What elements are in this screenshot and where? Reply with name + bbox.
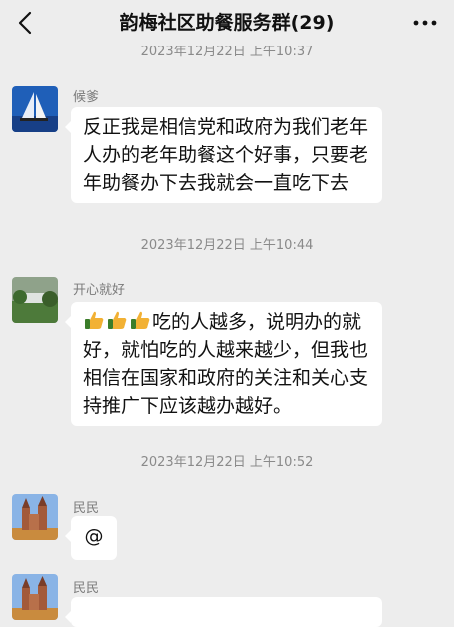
sender-name: 民民 [73, 581, 100, 596]
sender-name: 民民 [73, 501, 100, 516]
church-avatar-image [12, 574, 58, 620]
thumbs-up-icon [85, 311, 104, 329]
thumbs-up-icon [108, 311, 127, 329]
thumbs-emoji-group [83, 308, 152, 336]
sender-name: 候爹 [73, 90, 100, 105]
avatar-garden[interactable] [12, 277, 58, 323]
sailboat-avatar-image [12, 86, 58, 132]
chat-content: 2023年12月22日 上午10:37 候爹 反正我是相信党和政府为我们老年人办… [0, 0, 454, 627]
chat-title: 韵梅社区助餐服务群(29) [119, 12, 335, 34]
sender-name: 开心就好 [73, 283, 126, 298]
message-bubble[interactable]: 反正我是相信党和政府为我们老年人办的老年助餐这个好事，只要老年助餐办下去我就会一… [65, 107, 382, 203]
top-bar: 韵梅社区助餐服务群(29) [0, 0, 454, 46]
more-options-icon[interactable] [410, 12, 440, 34]
message-text: 反正我是相信党和政府为我们老年人办的老年助餐这个好事，只要老年助餐办下去我就会一… [83, 116, 369, 194]
message-bubble[interactable]: 吃的人越多，说明办的就好，就怕吃的人越来越少，但我也相信在国家和政府的关注和关心… [65, 302, 382, 426]
garden-avatar-image [12, 277, 58, 323]
message-text: @ [84, 525, 104, 547]
message-bubble[interactable] [65, 597, 382, 627]
church-avatar-image [12, 494, 58, 540]
thumbs-up-icon [131, 311, 150, 329]
back-arrow-icon[interactable] [12, 8, 42, 38]
avatar-church[interactable] [12, 574, 58, 620]
timestamp: 2023年12月22日 上午10:44 [140, 238, 314, 253]
avatar-sailboat[interactable] [12, 86, 58, 132]
message-bubble[interactable]: @ [65, 516, 117, 560]
avatar-church[interactable] [12, 494, 58, 540]
timestamp: 2023年12月22日 上午10:52 [140, 455, 314, 470]
